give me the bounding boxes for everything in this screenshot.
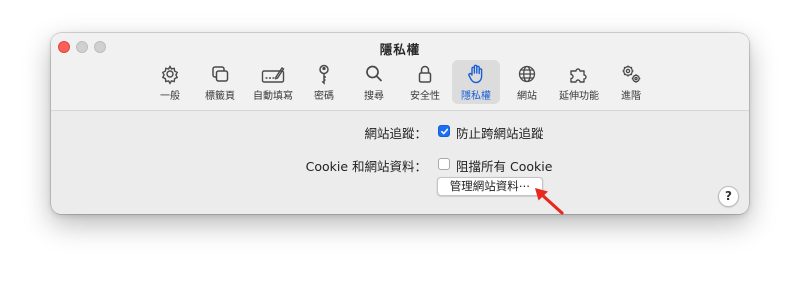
preferences-window: 隱私權 一般 標籤頁 自動填寫 密碼 搜尋 安全性 隱私權 網站 延伸功能 進階… bbox=[51, 33, 749, 214]
tab-advanced[interactable]: 進階 bbox=[607, 60, 655, 104]
key-icon bbox=[312, 63, 336, 85]
toolbar: 隱私權 一般 標籤頁 自動填寫 密碼 搜尋 安全性 隱私權 網站 延伸功能 進階 bbox=[51, 33, 749, 111]
hand-icon bbox=[464, 63, 488, 85]
help-button[interactable]: ? bbox=[718, 186, 739, 207]
tab-label: 網站 bbox=[517, 91, 537, 102]
tab-label: 進階 bbox=[621, 91, 641, 102]
tab-label: 延伸功能 bbox=[559, 91, 599, 102]
block-cookies-checkbox[interactable] bbox=[438, 158, 450, 170]
block-cookies-label[interactable]: 阻擋所有 Cookie bbox=[456, 156, 552, 175]
cookie-label: Cookie 和網站資料： bbox=[305, 159, 427, 174]
window-title: 隱私權 bbox=[379, 42, 421, 57]
tab-websites[interactable]: 網站 bbox=[503, 60, 551, 104]
checkmark-icon bbox=[441, 128, 449, 135]
annotation-arrow-icon bbox=[535, 188, 564, 215]
tab-privacy[interactable]: 隱私權 bbox=[452, 60, 500, 104]
autofill-icon bbox=[261, 63, 285, 85]
manage-website-data-button[interactable]: 管理網站資料⋯ bbox=[437, 177, 543, 196]
lock-icon bbox=[413, 63, 437, 85]
tab-extensions[interactable]: 延伸功能 bbox=[555, 60, 603, 104]
privacy-pane: 網站追蹤： 防止跨網站追蹤 Cookie 和網站資料： 阻擋所有 Cookie … bbox=[51, 111, 749, 214]
tab-passwords[interactable]: 密碼 bbox=[300, 60, 348, 104]
puzzle-icon bbox=[567, 63, 591, 85]
globe-icon bbox=[515, 63, 539, 85]
tab-general[interactable]: 一般 bbox=[146, 60, 194, 104]
gears-icon bbox=[619, 63, 643, 85]
tab-search[interactable]: 搜尋 bbox=[350, 60, 398, 104]
prevent-tracking-checkbox[interactable] bbox=[438, 125, 450, 137]
tab-label: 標籤頁 bbox=[205, 91, 235, 102]
tab-tabs[interactable]: 標籤頁 bbox=[196, 60, 244, 104]
search-icon bbox=[362, 63, 386, 85]
tab-security[interactable]: 安全性 bbox=[401, 60, 449, 104]
prevent-tracking-label[interactable]: 防止跨網站追蹤 bbox=[456, 123, 544, 142]
tab-autofill[interactable]: 自動填寫 bbox=[249, 60, 297, 104]
tracking-label: 網站追蹤： bbox=[364, 126, 427, 141]
gear-icon bbox=[158, 63, 182, 85]
tabs-icon bbox=[208, 63, 232, 85]
